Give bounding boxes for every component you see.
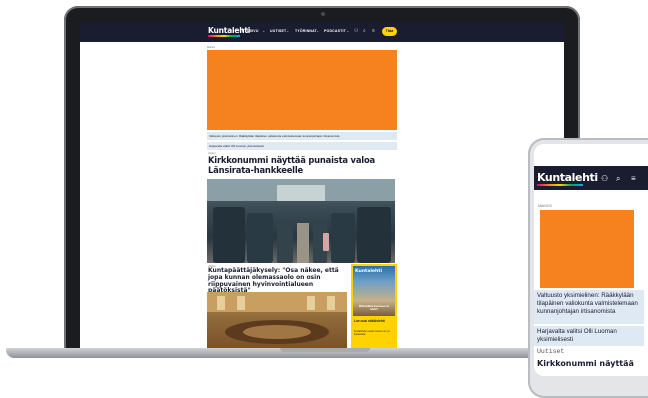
phone-logo[interactable]: Kuntalehti — [537, 171, 598, 184]
ticker-link[interactable]: Harjavalta valitsi Olli Luoman yksimieli… — [534, 326, 644, 346]
chevron-down-icon[interactable]: ⌄ — [286, 28, 289, 33]
user-icon[interactable]: ⚇ — [601, 174, 608, 183]
menu-icon[interactable]: ≡ — [631, 174, 636, 183]
magazine-title: Lue uusi näköislehti — [354, 319, 385, 323]
nav-item-tyorinnat[interactable]: TYÖRINNAT — [295, 29, 317, 33]
article-headline[interactable]: Kirkkonummi näyttää — [537, 359, 634, 368]
ticker-link[interactable]: Valtuusto yksimielinen: Rääkkylään tilap… — [534, 290, 644, 324]
ad-label: Mainos — [207, 46, 216, 49]
article-image-train[interactable] — [207, 179, 395, 263]
search-icon[interactable]: ⌕ — [363, 28, 366, 34]
ad-banner[interactable] — [540, 210, 634, 288]
logo-color-bar — [208, 35, 240, 37]
chevron-down-icon[interactable]: ⌄ — [346, 28, 349, 33]
magazine-logo: Kuntalehti — [355, 269, 383, 274]
article-headline[interactable]: Kirkkonummi näyttää punaista valoa Länsi… — [208, 155, 396, 175]
laptop-notch — [280, 348, 370, 352]
chevron-down-icon[interactable]: ⌄ — [316, 28, 319, 33]
ticker-link[interactable]: Valtuusto yksimielinen: Rääkkylään tilap… — [207, 132, 397, 140]
user-icon[interactable]: ⚇ — [354, 28, 358, 34]
laptop-screen: Kuntalehti ETUSIVU ⌄ UUTISET ⌄ TYÖRINNAT… — [80, 22, 564, 348]
logo-color-bar — [537, 184, 583, 186]
nav-item-uutiset[interactable]: UUTISET — [270, 29, 286, 33]
train-interior-image — [207, 179, 395, 263]
site-navbar: Kuntalehti ETUSIVU ⌄ UUTISET ⌄ TYÖRINNAT… — [80, 22, 564, 42]
magazine-cover: Kuntalehti Mitä kaikkea kunnassa voi teh… — [353, 266, 395, 316]
magazine-promo[interactable]: Kuntalehti Mitä kaikkea kunnassa voi teh… — [351, 264, 397, 348]
ad-label: MAINOS — [538, 204, 552, 208]
chevron-down-icon[interactable]: ⌄ — [262, 28, 265, 33]
magazine-cover-line: Mitä kaikkea kunnassa voi tehdä? — [359, 305, 389, 311]
council-hall-image — [207, 292, 347, 344]
subscribe-button[interactable]: Tilaa — [382, 27, 397, 36]
phone-navbar: Kuntalehti ⚇ ⌕ ≡ — [534, 166, 648, 190]
phone-screen: Kuntalehti ⚇ ⌕ ≡ MAINOS Valtuusto yksimi… — [534, 144, 648, 376]
camera-dot — [321, 12, 325, 16]
article-image-council-hall[interactable] — [207, 292, 347, 348]
article-kicker: Uutiset — [537, 348, 565, 355]
nav-item-podcastit[interactable]: PODCASTIT — [324, 29, 346, 33]
search-icon[interactable]: ⌕ — [616, 174, 620, 184]
nav-item-etusivu[interactable]: ETUSIVU — [242, 29, 259, 33]
ticker-link[interactable]: Harjavalta valitsi Olli Luoman yksimieli… — [207, 142, 397, 150]
magazine-description: Kuntalehden uusin numero on nyt luettavi… — [354, 330, 390, 336]
menu-icon[interactable]: ≡ — [372, 28, 375, 34]
ad-banner[interactable] — [207, 50, 397, 130]
